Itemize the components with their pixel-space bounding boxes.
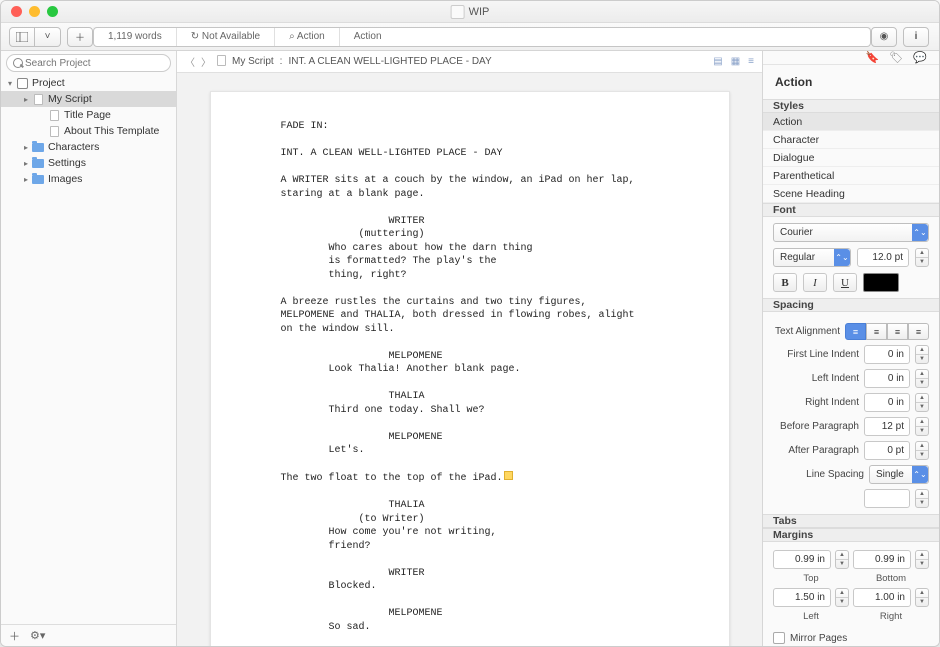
- align-right-button[interactable]: ≡: [887, 323, 908, 340]
- path-scene[interactable]: INT. A CLEAN WELL-LIGHTED PLACE - DAY: [288, 56, 491, 67]
- history-back-button[interactable]: 〈: [185, 54, 195, 69]
- line-spacing-stepper[interactable]: ▲▼: [915, 489, 929, 508]
- binder-tree: ▾Project ▸My Script Title Page About Thi…: [1, 75, 176, 624]
- before-paragraph-stepper[interactable]: ▲▼: [915, 417, 929, 436]
- before-paragraph-field[interactable]: 12 pt: [864, 417, 910, 436]
- text-alignment-segmented: ≡ ≡ ≡ ≡: [845, 323, 929, 340]
- outline-mode-icon[interactable]: ≡: [748, 56, 754, 67]
- binder-item-my-script[interactable]: ▸My Script: [1, 91, 176, 107]
- section-margins[interactable]: Margins: [763, 528, 939, 542]
- font-family-select[interactable]: Courier⌃⌄: [773, 223, 929, 242]
- left-indent-stepper[interactable]: ▲▼: [915, 369, 929, 388]
- right-indent-field[interactable]: 0 in: [864, 393, 910, 412]
- info-button[interactable]: i: [903, 27, 929, 47]
- add-button[interactable]: ＋: [67, 27, 93, 47]
- scrivenings-mode-icon[interactable]: ▤: [713, 56, 722, 67]
- titlebar: WIP: [1, 1, 939, 23]
- comment-marker-icon[interactable]: [504, 471, 513, 480]
- status-box: 1,119 words ↻ Not Available ⌕ Action Act…: [93, 27, 871, 47]
- underline-button[interactable]: U: [833, 273, 857, 292]
- element-selector-2[interactable]: Action: [340, 28, 420, 46]
- app-window: WIP ˅ ＋ 1,119 words ↻ Not Available ⌕ Ac…: [0, 0, 940, 647]
- align-center-button[interactable]: ≡: [866, 323, 887, 340]
- editor-pathbar: 〈 〉 My Script : INT. A CLEAN WELL-LIGHTE…: [177, 51, 762, 73]
- comment-tab-icon[interactable]: 💬: [913, 51, 927, 64]
- section-styles[interactable]: Styles: [763, 99, 939, 113]
- margin-right-field[interactable]: 1.00 in: [853, 588, 911, 607]
- sidebar-mode-dropdown[interactable]: ˅: [35, 27, 61, 47]
- tag-tab-icon[interactable]: 🏷: [889, 51, 903, 64]
- first-line-indent-stepper[interactable]: ▲▼: [915, 345, 929, 364]
- margin-left-stepper[interactable]: ▲▼: [835, 588, 849, 607]
- inspector-tab-row: 🔖 🏷 💬: [763, 51, 939, 65]
- styles-list: Action Character Dialogue Parenthetical …: [763, 113, 939, 203]
- close-window-button[interactable]: [11, 6, 22, 17]
- style-item-action[interactable]: Action: [763, 113, 939, 131]
- section-tabs[interactable]: Tabs: [763, 514, 939, 528]
- history-forward-button[interactable]: 〉: [201, 54, 211, 69]
- search-input[interactable]: [6, 54, 171, 72]
- line-spacing-value-field[interactable]: [864, 489, 910, 508]
- binder-sidebar: ▾Project ▸My Script Title Page About Thi…: [1, 51, 177, 646]
- after-paragraph-field[interactable]: 0 pt: [864, 441, 910, 460]
- eye-button[interactable]: ◉: [871, 27, 897, 47]
- minimize-window-button[interactable]: [29, 6, 40, 17]
- bold-button[interactable]: B: [773, 273, 797, 292]
- binder-item-characters[interactable]: ▸Characters: [1, 139, 176, 155]
- margin-bottom-stepper[interactable]: ▲▼: [915, 550, 929, 569]
- zoom-window-button[interactable]: [47, 6, 58, 17]
- font-weight-select[interactable]: Regular⌃⌄: [773, 248, 851, 267]
- backup-status[interactable]: ↻ Not Available: [177, 28, 275, 46]
- margin-top-field[interactable]: 0.99 in: [773, 550, 831, 569]
- text-color-well[interactable]: [863, 273, 899, 292]
- element-selector-1[interactable]: ⌕ Action: [275, 28, 340, 46]
- corkboard-mode-icon[interactable]: ▦: [731, 56, 740, 67]
- path-doc[interactable]: My Script: [232, 56, 274, 67]
- inspector-style-name: Action: [763, 65, 939, 99]
- binder-item-images[interactable]: ▸Images: [1, 171, 176, 187]
- inspector: 🔖 🏷 💬 Action Styles Action Character Dia…: [762, 51, 939, 646]
- section-font[interactable]: Font: [763, 203, 939, 217]
- path-doc-icon: [217, 55, 226, 69]
- binder-add-button[interactable]: ＋: [9, 628, 20, 644]
- line-spacing-select[interactable]: Single⌃⌄: [869, 465, 929, 484]
- bookmark-tab-icon[interactable]: 🔖: [866, 51, 880, 64]
- after-paragraph-stepper[interactable]: ▲▼: [915, 441, 929, 460]
- margin-bottom-field[interactable]: 0.99 in: [853, 550, 911, 569]
- editor-area: 〈 〉 My Script : INT. A CLEAN WELL-LIGHTE…: [177, 51, 762, 646]
- binder-item-settings[interactable]: ▸Settings: [1, 155, 176, 171]
- style-item-dialogue[interactable]: Dialogue: [763, 149, 939, 167]
- right-indent-stepper[interactable]: ▲▼: [915, 393, 929, 412]
- binder-item-about-template[interactable]: About This Template: [1, 123, 176, 139]
- italic-button[interactable]: I: [803, 273, 827, 292]
- word-count[interactable]: 1,119 words: [94, 28, 177, 46]
- first-line-indent-field[interactable]: 0 in: [864, 345, 910, 364]
- font-size-field[interactable]: 12.0 pt: [857, 248, 909, 267]
- editor-scroll[interactable]: FADE IN: INT. A CLEAN WELL-LIGHTED PLACE…: [177, 73, 762, 646]
- window-title: WIP: [469, 6, 490, 18]
- left-indent-field[interactable]: 0 in: [864, 369, 910, 388]
- sidebar-toggle-button[interactable]: [9, 27, 35, 47]
- binder-footer: ＋ ⚙︎▾: [1, 624, 176, 646]
- binder-gear-button[interactable]: ⚙︎▾: [30, 629, 45, 642]
- style-item-parenthetical[interactable]: Parenthetical: [763, 167, 939, 185]
- search-container: [1, 51, 176, 75]
- path-sep: :: [280, 56, 283, 67]
- margin-left-field[interactable]: 1.50 in: [773, 588, 831, 607]
- script-page-1[interactable]: FADE IN: INT. A CLEAN WELL-LIGHTED PLACE…: [210, 91, 730, 646]
- mirror-pages-checkbox[interactable]: Mirror Pages: [763, 630, 939, 646]
- section-spacing[interactable]: Spacing: [763, 298, 939, 312]
- binder-project-root[interactable]: ▾Project: [1, 75, 176, 91]
- style-item-character[interactable]: Character: [763, 131, 939, 149]
- font-size-stepper[interactable]: ▲▼: [915, 248, 929, 267]
- margin-top-stepper[interactable]: ▲▼: [835, 550, 849, 569]
- toolbar: ˅ ＋ 1,119 words ↻ Not Available ⌕ Action…: [1, 23, 939, 51]
- margin-right-stepper[interactable]: ▲▼: [915, 588, 929, 607]
- text-alignment-label: Text Alignment: [773, 326, 840, 337]
- align-left-button[interactable]: ≡: [845, 323, 866, 340]
- style-item-scene-heading[interactable]: Scene Heading: [763, 185, 939, 203]
- align-justify-button[interactable]: ≡: [908, 323, 929, 340]
- binder-item-title-page[interactable]: Title Page: [1, 107, 176, 123]
